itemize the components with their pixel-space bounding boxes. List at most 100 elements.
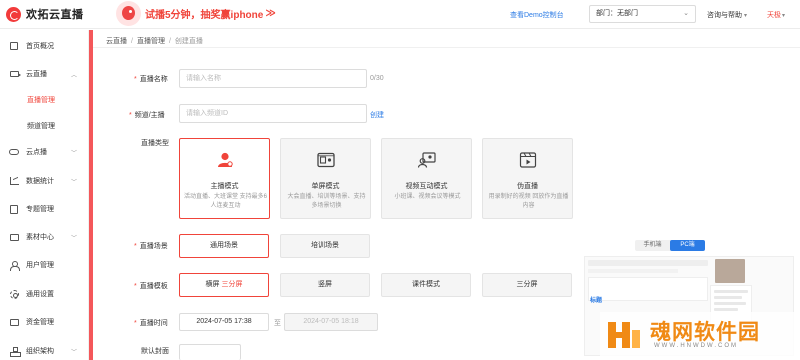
department-select[interactable]: 部门：无部门 ⌄ (589, 5, 696, 23)
watermark: 魂网软件园 WWW.HNWDW.COM (600, 312, 796, 358)
type-desc: 用录制好的视频 回放作为直播内容 (488, 194, 569, 209)
sidebar-item-label: 素材中心 (26, 234, 54, 241)
sidebar-item-vod[interactable]: 云点播 ﹀ (0, 144, 88, 160)
sidebar-item-statistics[interactable]: 数据统计 ﹀ (0, 173, 88, 189)
cloud-icon (9, 147, 19, 157)
divider (93, 47, 800, 48)
type-title: 视频互动模式 (405, 183, 448, 190)
preview-chat-line (714, 302, 746, 305)
template-label: * 直播模板 (134, 283, 168, 290)
chevron-down-icon: ﹀ (71, 179, 78, 186)
channel-input[interactable]: 请输入频道ID (179, 104, 367, 123)
promo-banner[interactable]: 试播5分钟，抽奖赢iphone ≫ (116, 1, 276, 26)
sidebar-item-label: 组织架构 (26, 348, 54, 355)
template-option-courseware[interactable]: 课件模式 (381, 273, 471, 297)
watermark-text: 魂网软件园 (650, 321, 760, 344)
preview-chat-line (714, 308, 738, 311)
top-bar: 欢拓云直播 试播5分钟，抽奖赢iphone ≫ 查看Demo控制台 部门：无部门… (0, 0, 800, 29)
type-card-single-screen[interactable]: 单屏模式 大会直播、培训等场景、支持多场景切换 (280, 138, 371, 219)
tab-mobile[interactable]: 手机端 (635, 240, 670, 251)
sidebar-item-materials[interactable]: 素材中心 ﹀ (0, 229, 88, 245)
live-camera-icon (9, 69, 21, 79)
mascot-icon (116, 1, 141, 26)
chevron-down-icon: ▾ (782, 13, 786, 19)
template-option-portrait[interactable]: 竖屏 (280, 273, 370, 297)
sidebar-subitem-live-manage[interactable]: 直播管理 (0, 95, 88, 109)
type-card-video-interactive[interactable]: 视频互动模式 小班课、视频会议等模式 (381, 138, 472, 219)
preview-camera-feed (715, 259, 745, 283)
scene-option-training[interactable]: 培训场景 (280, 234, 370, 258)
pseudo-live-icon (519, 152, 537, 168)
preview-tag: 标题 (590, 298, 603, 304)
type-title: 伪直播 (517, 183, 538, 190)
sidebar-item-settings[interactable]: 通用设置 (0, 286, 88, 302)
name-counter: 0/30 (370, 75, 384, 82)
breadcrumb-current: 创建直播 (174, 38, 203, 45)
tab-pc[interactable]: PC端 (670, 240, 705, 251)
gear-icon (9, 289, 19, 299)
preview-header (588, 260, 708, 266)
sidebar-item-users[interactable]: 用户管理 (0, 257, 88, 273)
sidebar-item-topics[interactable]: 专题管理 (0, 201, 88, 217)
sidebar-item-label: 首页概况 (26, 43, 54, 50)
sidebar-item-label: 云点播 (26, 149, 47, 156)
sidebar-subitem-channel-manage[interactable]: 频道管理 (0, 121, 88, 135)
scene-label: * 直播场景 (134, 243, 168, 250)
sidebar-item-cloud-live[interactable]: 云直播 ︿ (0, 66, 88, 82)
sidebar-item-label: 专题管理 (26, 206, 54, 213)
type-label: 直播类型 (141, 140, 169, 147)
sidebar-item-label: 资金管理 (26, 319, 54, 326)
demo-console-link[interactable]: 查看Demo控制台 (510, 10, 564, 20)
sidebar-item-home[interactable]: 首页概况 (0, 38, 88, 54)
watermark-url: WWW.HNWDW.COM (654, 343, 738, 349)
breadcrumb-item[interactable]: 云直播 (106, 38, 127, 45)
book-icon (9, 204, 19, 214)
time-label: * 直播时间 (134, 320, 168, 327)
chevron-down-icon: ⌄ (683, 10, 689, 17)
breadcrumb: 云直播 / 直播管理 / 创建直播 (106, 36, 203, 46)
type-desc: 大会直播、培训等场景、支持多场景切换 (287, 194, 366, 209)
cover-upload[interactable] (179, 344, 241, 360)
preview-subheader (588, 269, 678, 273)
user-name: 天极 (767, 12, 781, 19)
chart-icon (9, 176, 19, 186)
end-time-input[interactable]: 2024-07-05 18:18 (284, 313, 378, 331)
type-desc: 活动直播、大班课堂 支持最多6人连麦互动 (184, 194, 268, 209)
user-menu[interactable]: 天极▾ (767, 10, 785, 20)
chevron-down-icon: ▾ (744, 13, 748, 19)
template-option-three-split[interactable]: 三分屏 (482, 273, 572, 297)
sidebar-item-label: 用户管理 (26, 262, 54, 269)
org-icon (9, 346, 21, 357)
chevron-up-icon: ︿ (71, 72, 78, 79)
sidebar-item-finance[interactable]: 资金管理 (0, 314, 88, 330)
sidebar-item-organization[interactable]: 组织架构 ﹀ (0, 343, 88, 359)
start-time-input[interactable]: 2024-07-05 17:38 (179, 313, 269, 331)
sidebar-subitem-label: 直播管理 (27, 97, 55, 104)
type-desc: 小班课、视频会议等模式 (394, 194, 461, 200)
preview-chat-line (714, 296, 742, 299)
video-interactive-icon (418, 152, 436, 168)
preview-device-toggle: 手机端 PC端 (635, 240, 705, 251)
help-menu[interactable]: 咨询与帮助 ▾ (707, 10, 747, 20)
single-screen-icon (317, 152, 335, 168)
breadcrumb-item[interactable]: 直播管理 (137, 38, 165, 45)
scene-option-general[interactable]: 通用场景 (179, 234, 269, 258)
type-card-pseudo-live[interactable]: 伪直播 用录制好的视频 回放作为直播内容 (482, 138, 573, 219)
chevron-down-icon: ﹀ (71, 235, 78, 242)
brand-logo[interactable]: 欢拓云直播 (6, 6, 84, 22)
sidebar-item-label: 数据统计 (26, 178, 54, 185)
user-icon (9, 260, 20, 271)
template-option-landscape[interactable]: 横屏 三分屏 (179, 273, 269, 297)
sidebar-active-stripe (89, 30, 93, 360)
create-channel-link[interactable]: 创建 (370, 110, 384, 120)
name-input[interactable]: 请输入名称 (179, 69, 367, 88)
template-option-label: 横屏 (205, 281, 220, 288)
type-title: 单屏模式 (311, 183, 340, 190)
promo-arrow-icon: ≫ (265, 8, 276, 19)
chevron-down-icon: ﹀ (71, 150, 78, 157)
channel-label: * 频道/主播 (129, 112, 165, 119)
money-icon (9, 317, 19, 327)
type-card-anchor[interactable]: 主播模式 活动直播、大班课堂 支持最多6人连麦互动 (179, 138, 270, 219)
preview-chat-line (714, 290, 748, 293)
time-separator: 至 (274, 320, 281, 327)
